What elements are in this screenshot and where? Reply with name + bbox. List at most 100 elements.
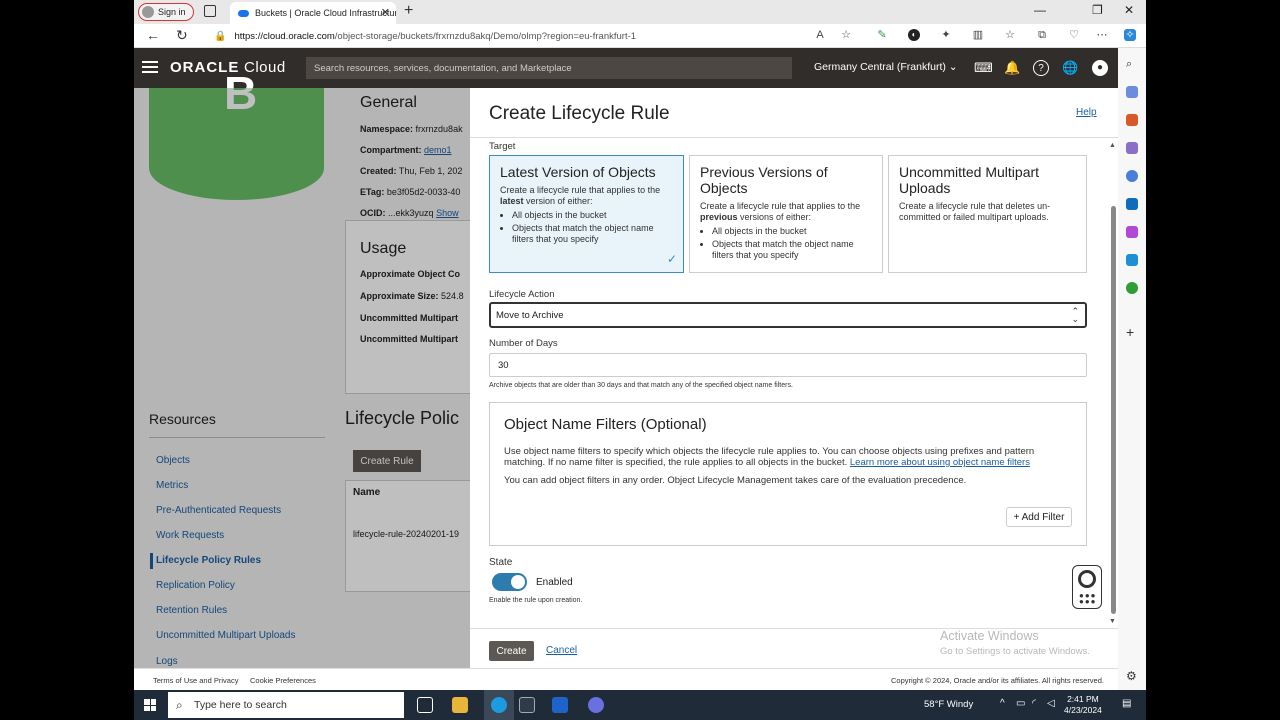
lifecycle-action-label: Lifecycle Action: [489, 289, 555, 300]
region-selector[interactable]: Germany Central (Frankfurt) ⌄: [814, 61, 958, 73]
clock-date: 4/23/2024: [1064, 705, 1102, 715]
settings-app-icon[interactable]: [588, 697, 604, 713]
create-button[interactable]: Create: [489, 641, 534, 661]
activate-windows-subtext: Go to Settings to activate Windows.: [940, 646, 1090, 657]
minimize-icon[interactable]: —: [1034, 3, 1046, 17]
url-field[interactable]: 🔒 https://cloud.oracle.com/object-storag…: [204, 27, 864, 45]
global-search-input[interactable]: Search resources, services, documentatio…: [306, 57, 792, 79]
cancel-button[interactable]: Cancel: [546, 645, 577, 656]
sidebar-tree-icon[interactable]: [1126, 282, 1138, 294]
modal-overlay[interactable]: [134, 88, 470, 668]
list-item: Objects that match the object name filte…: [512, 223, 673, 245]
volume-icon[interactable]: ◁: [1047, 698, 1055, 709]
read-aloud-icon[interactable]: A: [814, 29, 826, 41]
scroll-down-icon[interactable]: ▼: [1109, 618, 1116, 625]
task-view-icon[interactable]: [417, 697, 433, 713]
tray-chevron-icon[interactable]: ^: [1000, 698, 1005, 709]
extension-feather-icon[interactable]: ✎: [876, 29, 888, 41]
taskbar-search-input[interactable]: ⌕ Type here to search: [168, 692, 404, 718]
terminal-icon[interactable]: [519, 697, 535, 713]
target-card-latest[interactable]: Latest Version of Objects Create a lifec…: [489, 155, 684, 273]
sidebar-send-icon[interactable]: [1126, 254, 1138, 266]
browser-window: Sign in Buckets | Oracle Cloud Infrastru…: [134, 0, 1146, 690]
azure-data-studio-icon[interactable]: [552, 697, 568, 713]
more-menu-icon[interactable]: ⋯: [1096, 29, 1108, 41]
extension-dark-icon[interactable]: ◐: [908, 29, 920, 41]
learn-more-filters-link[interactable]: Learn more about using object name filte…: [850, 457, 1030, 468]
oracle-cloud-favicon-icon: [238, 9, 249, 17]
clock-time: 2:41 PM: [1067, 694, 1099, 704]
navigation-menu-icon[interactable]: [142, 61, 158, 73]
weather-widget[interactable]: 58°F Windy: [924, 699, 973, 710]
tab-close-icon[interactable]: ✕: [381, 6, 390, 19]
add-filter-button[interactable]: + Add Filter: [1006, 507, 1072, 527]
file-explorer-icon[interactable]: [452, 697, 468, 713]
collections-icon[interactable]: ⧉: [1036, 29, 1048, 41]
refresh-icon[interactable]: ↻: [176, 27, 188, 44]
wifi-icon[interactable]: ◜: [1032, 698, 1036, 709]
target-card-previous[interactable]: Previous Versions of Objects Create a li…: [689, 155, 883, 273]
help-link[interactable]: Help: [1076, 107, 1097, 118]
language-globe-icon[interactable]: 🌐: [1062, 60, 1078, 76]
url-host: https://cloud.oracle.com: [234, 30, 335, 42]
list-item: All objects in the bucket: [712, 226, 872, 237]
select-updown-icon: ⌃ ⌄: [1071, 306, 1079, 324]
sidebar-outlook-icon[interactable]: [1126, 198, 1138, 210]
terms-link[interactable]: Terms of Use and Privacy: [153, 676, 238, 685]
copilot-icon[interactable]: ✧: [1124, 29, 1136, 41]
edge-browser-icon[interactable]: [491, 697, 507, 713]
cookie-preferences-link[interactable]: Cookie Preferences: [250, 676, 316, 685]
network-icon[interactable]: ▭: [1016, 698, 1025, 709]
profile-signin-button[interactable]: Sign in: [138, 3, 194, 21]
number-of-days-label: Number of Days: [489, 338, 558, 349]
notifications-bell-icon[interactable]: 🔔: [1004, 60, 1020, 76]
card-title: Previous Versions of Objects: [700, 164, 828, 196]
list-item: All objects in the bucket: [512, 210, 673, 221]
windows-start-icon[interactable]: [144, 699, 156, 711]
sidebar-games-icon[interactable]: [1126, 170, 1138, 182]
panel-title: Create Lifecycle Rule: [489, 103, 670, 124]
sidebar-tools-icon[interactable]: [1126, 114, 1138, 126]
restore-icon[interactable]: ❐: [1092, 3, 1103, 17]
sidebar-settings-gear-icon[interactable]: ⚙: [1126, 670, 1138, 682]
target-card-uncommitted[interactable]: Uncommitted Multipart Uploads Create a l…: [888, 155, 1087, 273]
new-tab-icon[interactable]: +: [404, 2, 413, 20]
windows-taskbar: ⌕ Type here to search 58°F Windy ^ ▭ ◜ ◁…: [134, 690, 1146, 720]
target-label: Target: [489, 141, 516, 152]
scroll-thumb[interactable]: [1111, 206, 1116, 614]
sidebar-people-icon[interactable]: [1126, 142, 1138, 154]
help-question-icon[interactable]: ?: [1033, 60, 1049, 76]
close-window-icon[interactable]: ✕: [1124, 3, 1134, 17]
tab-actions-icon[interactable]: [204, 5, 216, 17]
filters-description-2: You can add object filters in any order.…: [504, 475, 967, 486]
developer-tools-icon[interactable]: ⌨: [974, 60, 993, 76]
tab-bar: Sign in Buckets | Oracle Cloud Infrastru…: [134, 0, 1146, 24]
sidebar-tag-icon[interactable]: [1126, 86, 1138, 98]
edge-sidebar: ⌕ + ⚙: [1118, 48, 1146, 690]
favorite-star-icon[interactable]: ☆: [840, 29, 852, 41]
filters-description: Use object name filters to specify which…: [504, 446, 1035, 468]
filters-title: Object Name Filters (Optional): [504, 416, 707, 433]
days-hint: Archive objects that are older than 30 d…: [489, 382, 793, 389]
user-profile-icon[interactable]: ●: [1092, 60, 1108, 76]
favorites-icon[interactable]: ☆: [1004, 29, 1016, 41]
taskbar-clock[interactable]: 2:41 PM 4/23/2024: [1064, 694, 1102, 716]
number-of-days-input[interactable]: 30: [489, 353, 1087, 377]
help-widget[interactable]: ●●● ●●●: [1072, 565, 1102, 609]
notification-center-icon[interactable]: ▤: [1122, 698, 1131, 709]
tab-buckets[interactable]: Buckets | Oracle Cloud Infrastructure ✕: [230, 2, 396, 24]
state-toggle[interactable]: [492, 573, 527, 591]
sidebar-add-icon[interactable]: +: [1126, 325, 1138, 339]
back-icon[interactable]: ←: [146, 27, 160, 43]
performance-icon[interactable]: ♡: [1068, 29, 1080, 41]
split-screen-icon[interactable]: ▥: [972, 29, 984, 41]
scroll-up-icon[interactable]: ▲: [1109, 142, 1116, 149]
sidebar-search-icon[interactable]: ⌕: [1126, 58, 1138, 70]
extension-puzzle-icon[interactable]: ✦: [940, 29, 952, 41]
url-path: /object-storage/buckets/frxrnzdu8akq/Dem…: [334, 30, 637, 42]
signin-label: Sign in: [158, 7, 186, 17]
card-title: Latest Version of Objects: [500, 164, 656, 180]
chevron-down-icon: ⌄: [948, 61, 958, 73]
sidebar-designer-icon[interactable]: [1126, 226, 1138, 238]
lifecycle-action-select[interactable]: Move to Archive ⌃ ⌄: [489, 302, 1087, 328]
